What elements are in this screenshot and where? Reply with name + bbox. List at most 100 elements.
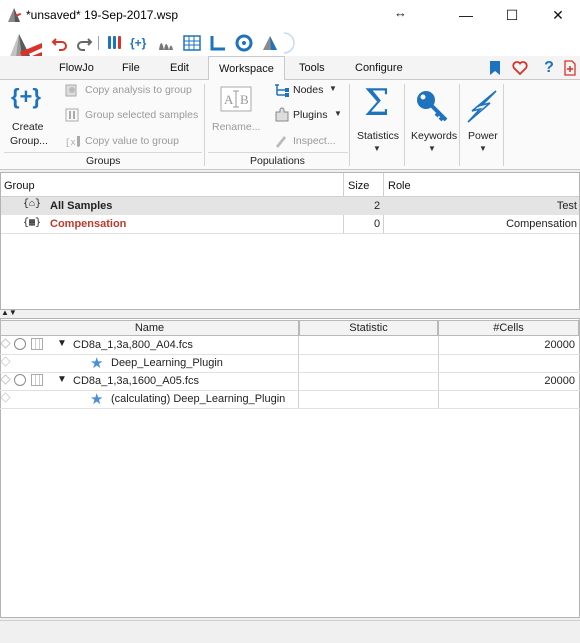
menu-edit[interactable]: Edit [170,62,189,74]
nodes-icon [275,84,289,97]
sample-name[interactable]: CD8a_1,3a,800_A04.fcs [73,339,193,351]
redo-icon[interactable] [74,33,94,53]
row-divider [0,408,580,409]
populations-title-line [208,152,348,153]
plugin-star-icon: ★ [90,355,104,372]
panel-splitter[interactable]: ▲▼ [0,308,580,318]
create-group-label-1[interactable]: Create [12,121,44,133]
rename-icon: A B [220,86,252,112]
status-bar [0,620,580,643]
refresh-icon[interactable] [234,33,254,53]
table-row[interactable]: ★ (calculating) Deep_Learning_Plugin [0,391,580,408]
menu-workspace[interactable]: Workspace [208,56,285,81]
group-name-compensation[interactable]: Compensation [50,218,126,230]
power-chevron-icon[interactable]: ▼ [479,144,487,153]
samples-header-name[interactable]: Name [0,320,299,336]
keywords-chevron-icon[interactable]: ▼ [428,144,436,153]
keywords-key-icon[interactable] [415,89,449,123]
inspect-button[interactable]: Inspect... [293,135,336,147]
group-role: Test [556,200,577,212]
flowjo-logo-icon[interactable] [260,33,280,53]
bookmark-icon[interactable] [486,59,504,77]
groups-header-role[interactable]: Role [388,180,411,192]
sample-name[interactable]: CD8a_1,3a,1600_A05.fcs [73,375,199,387]
maximize-button[interactable]: ☐ [502,5,522,25]
expand-triangle-icon[interactable]: ▼ [57,374,67,385]
plugin-node-name[interactable]: Deep_Learning_Plugin [111,357,223,369]
ribbon-separator [204,84,205,166]
plugins-icon [275,107,289,122]
axis-icon[interactable] [208,33,228,53]
group-name-all-samples[interactable]: All Samples [50,200,112,212]
menu-tools[interactable]: Tools [299,62,325,74]
nodes-menu[interactable]: Nodes [293,84,323,96]
groups-header-group[interactable]: Group [4,180,35,192]
minimize-button[interactable]: — [456,5,476,25]
table-icon[interactable] [182,33,202,53]
radio-circle-icon[interactable] [14,338,26,350]
close-button[interactable]: ✕ [548,5,568,25]
diamond-icon[interactable] [0,338,11,349]
plugin-star-icon: ★ [90,391,104,408]
title-bar: *unsaved* 19-Sep-2017.wsp ↔ — ☐ ✕ [0,0,580,30]
rename-button[interactable]: Rename... [212,121,260,133]
toolbar-separator [98,36,99,50]
menu-bar: FlowJo File Edit Workspace Tools Configu… [0,56,580,81]
inspect-icon [276,136,286,148]
plugins-menu[interactable]: Plugins [293,109,327,121]
groups-section-title: Groups [86,155,121,167]
plugins-chevron-icon[interactable]: ▼ [334,109,342,118]
radio-circle-icon[interactable] [14,374,26,386]
menu-file[interactable]: File [122,62,140,74]
group-selected-samples[interactable]: Group selected samples [85,109,198,121]
grid-icon[interactable] [31,374,43,386]
groups-title-line [4,152,202,153]
group-icon[interactable]: {+} [130,33,150,53]
splitter-arrows-icon[interactable]: ▲▼ [1,308,17,317]
create-group-label-2[interactable]: Group... [10,135,48,147]
groups-panel: Group Size Role {⌂} All Samples 2 Test {… [0,172,580,310]
groups-header-size[interactable]: Size [348,180,369,192]
plugin-node-name[interactable]: (calculating) Deep_Learning_Plugin [111,393,285,405]
table-row[interactable]: ▼ CD8a_1,3a,800_A04.fcs 20000 [0,337,580,354]
statistics-button[interactable]: Statistics [357,130,399,142]
copy-analysis-to-group[interactable]: Copy analysis to group [85,84,192,96]
copy-value-to-group[interactable]: Copy value to group [85,135,179,147]
power-lightning-icon[interactable] [466,89,500,123]
group-role: Compensation [506,218,577,230]
quick-access-toolbar: {+} [0,30,580,56]
svg-text:B: B [240,92,249,107]
grid-icon[interactable] [31,338,43,350]
window-title: *unsaved* 19-Sep-2017.wsp [26,8,179,22]
power-button[interactable]: Power [468,130,498,142]
table-row[interactable]: ▼ CD8a_1,3a,1600_A05.fcs 20000 [0,373,580,390]
samples-header-cells[interactable]: #Cells [438,320,579,336]
sample-cells: 20000 [544,375,575,387]
group-size: 2 [374,200,381,212]
nodes-chevron-icon[interactable]: ▼ [329,84,337,93]
svg-text:A: A [224,92,234,107]
ribbon-separator [349,84,350,166]
diamond-icon[interactable] [0,374,11,385]
sample-cells: 20000 [544,339,575,351]
tubes-icon[interactable] [104,33,124,53]
statistics-chevron-icon[interactable]: ▼ [373,144,381,153]
diamond-icon[interactable] [0,356,11,367]
diamond-icon[interactable] [0,392,11,403]
ribbon-separator [404,84,405,166]
samples-header-statistic[interactable]: Statistic [299,320,438,336]
expand-triangle-icon[interactable]: ▼ [57,338,67,349]
undo-icon[interactable] [50,33,70,53]
new-document-icon[interactable] [561,59,579,77]
menu-configure[interactable]: Configure [355,62,403,74]
group-selected-icon [65,108,79,122]
create-group-icon[interactable]: {+} [11,84,41,110]
table-row[interactable]: ★ Deep_Learning_Plugin [0,355,580,372]
keywords-button[interactable]: Keywords [411,130,457,142]
help-icon[interactable]: ? [540,59,558,77]
layout-icon[interactable] [156,33,176,53]
ribbon-separator [503,84,504,166]
statistics-sigma-icon[interactable]: Σ [364,84,389,124]
heart-icon[interactable] [511,59,529,77]
menu-flowjo[interactable]: FlowJo [59,62,94,74]
